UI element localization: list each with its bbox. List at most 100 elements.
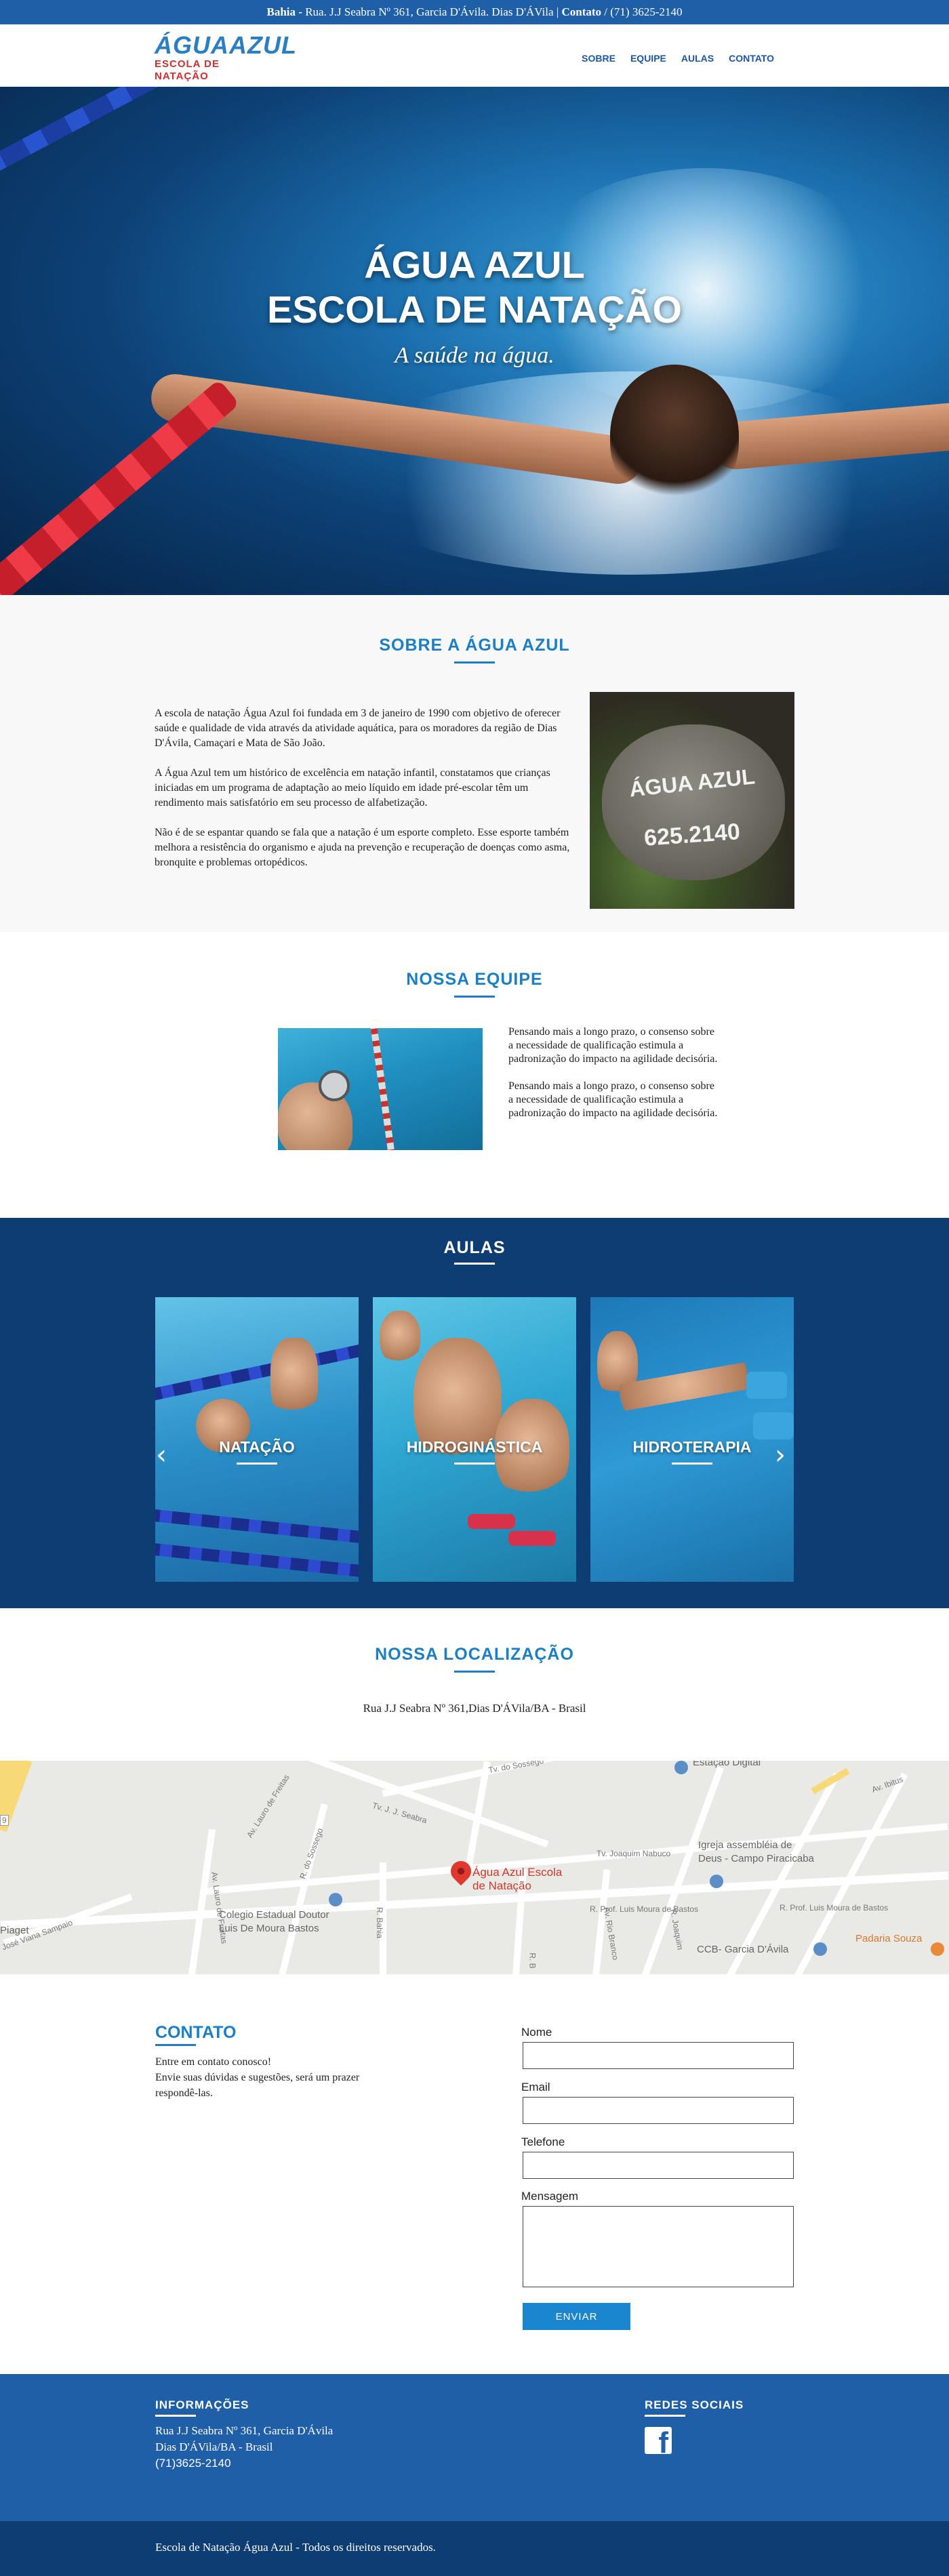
- message-label: Mensagem: [521, 2190, 579, 2203]
- class-card-hidroginastica[interactable]: HIDROGINÁSTICA: [373, 1297, 576, 1582]
- class-card-underline: [672, 1463, 712, 1465]
- map-street-label: R. Bahia: [375, 1906, 385, 1939]
- map-road: [291, 1761, 549, 1848]
- lane-rope-image: [155, 1542, 359, 1580]
- class-card-hidroterapia[interactable]: HIDROTERAPIA: [590, 1297, 794, 1582]
- woman-image: [380, 1311, 420, 1365]
- site-footer: INFORMAÇÕES Rua J.J Seabra Nº 361, Garci…: [0, 2374, 949, 2521]
- email-label: Email: [521, 2081, 550, 2093]
- carousel-prev-arrow-icon[interactable]: ‹: [156, 1442, 167, 1469]
- team-paragraph: Pensando mais a longo prazo, o consenso …: [508, 1080, 718, 1119]
- map-bakery-poi-icon: [931, 1942, 944, 1956]
- about-section: SOBRE A ÁGUA AZUL A escola de natação Ág…: [0, 595, 949, 932]
- team-paragraph: Pensando mais a longo prazo, o consenso …: [508, 1026, 718, 1065]
- map-street-label: R. Joaquim: [668, 1908, 685, 1951]
- logo-tagline: ESCOLA DE NATAÇÃO: [155, 58, 220, 82]
- nav-link-contato[interactable]: CONTATO: [729, 53, 774, 64]
- classes-title: AULAS: [443, 1238, 506, 1257]
- site-header: ÁGUAAZUL ESCOLA DE NATAÇÃO SOBRE EQUIPE …: [0, 24, 949, 87]
- contact-intro: Entre em contato conosco!: [155, 2056, 272, 2068]
- map-street-label: R. do Sossego: [298, 1826, 325, 1881]
- phone-field[interactable]: [523, 2152, 794, 2179]
- map-label-colegio: Colegio Estadual Doutor Luis De Moura Ba…: [219, 1909, 329, 1934]
- team-section: NOSSA EQUIPE Pensando mais a longo prazo…: [0, 932, 949, 1218]
- hero-subtitle: A saúde na água.: [395, 343, 554, 368]
- topbar-phone: / (71) 3625-2140: [601, 5, 683, 18]
- nav-link-sobre[interactable]: SOBRE: [582, 53, 615, 64]
- map-street-label: R. Prof. Luis Moura de Bastos: [780, 1903, 889, 1913]
- submit-button[interactable]: ENVIAR: [523, 2303, 630, 2330]
- lane-rope-image: [0, 87, 462, 212]
- about-text: A escola de natação Água Azul foi fundad…: [155, 706, 575, 885]
- classes-title-underline: [454, 1263, 495, 1265]
- map-route-sign: 9: [0, 1815, 9, 1826]
- top-info-bar: Bahia - Rua. J.J Seabra Nº 361, Garcia D…: [0, 0, 949, 24]
- map-street-label: Av. Rio Branco: [601, 1906, 621, 1961]
- location-title-underline: [454, 1671, 495, 1673]
- swimmer-image: [610, 365, 739, 507]
- phone-label: Telefone: [521, 2135, 565, 2148]
- topbar-contact-label: Contato: [561, 5, 602, 18]
- class-card-natacao[interactable]: NATAÇÃO: [155, 1297, 359, 1582]
- topbar-state: Bahia: [266, 5, 296, 18]
- class-card-label: NATAÇÃO: [219, 1438, 295, 1456]
- lane-rope-image: [0, 379, 240, 595]
- hero-banner: ÁGUA AZUL ESCOLA DE NATAÇÃO A saúde na á…: [0, 87, 949, 595]
- contact-title-underline: [155, 2044, 196, 2046]
- team-title-underline: [454, 996, 495, 998]
- dumbbell-icon: [508, 1531, 556, 1546]
- class-card-label: HIDROTERAPIA: [632, 1438, 752, 1456]
- message-field[interactable]: [523, 2206, 794, 2287]
- facebook-glyph: f: [658, 2427, 668, 2455]
- class-card-label: HIDROGINÁSTICA: [406, 1438, 543, 1456]
- nav-link-equipe[interactable]: EQUIPE: [630, 53, 666, 64]
- hero-title: ÁGUA AZUL ESCOLA DE NATAÇÃO: [0, 243, 949, 332]
- stopwatch-icon: [319, 1070, 350, 1101]
- classes-section: AULAS NATAÇÃO HIDROGINÁSTICA HIDROTERAPI…: [0, 1218, 949, 1608]
- class-card-underline: [237, 1463, 277, 1465]
- about-paragraph: Não é de se espantar quando se fala que …: [155, 827, 570, 868]
- map-church-poi-icon: [710, 1875, 723, 1888]
- contact-title: CONTATO: [155, 2023, 237, 2042]
- team-text: Pensando mais a longo prazo, o consenso …: [508, 1025, 719, 1134]
- about-paragraph: A Água Azul tem um histórico de excelênc…: [155, 767, 550, 809]
- team-title: NOSSA EQUIPE: [406, 970, 543, 989]
- carousel-next-arrow-icon[interactable]: ›: [775, 1442, 786, 1469]
- map-street-label: Tv. do Sossego: [487, 1761, 545, 1776]
- float-icon: [753, 1412, 794, 1439]
- logo-wordmark: ÁGUAAZUL: [155, 31, 297, 59]
- footer-phone: (71)3625-2140: [155, 2457, 231, 2470]
- nav-link-aulas[interactable]: AULAS: [681, 53, 714, 64]
- class-card-underline: [454, 1463, 495, 1465]
- map-street-label: Tv. Joaquim Nabuco: [597, 1849, 671, 1858]
- main-nav: SOBRE EQUIPE AULAS CONTATO: [582, 53, 774, 64]
- facebook-icon[interactable]: f: [645, 2427, 672, 2454]
- location-address: Rua J.J Seabra Nº 361,Dias D'ÁVila/BA - …: [363, 1702, 586, 1715]
- name-field[interactable]: [523, 2042, 794, 2069]
- site-logo[interactable]: ÁGUAAZUL ESCOLA DE NATAÇÃO: [155, 31, 297, 83]
- footer-address-line2: Dias D'ÁVila/BA - Brasil: [155, 2440, 273, 2453]
- email-field[interactable]: [523, 2097, 794, 2124]
- topbar-dash: -: [296, 5, 306, 18]
- lane-rope-image: [155, 1508, 359, 1546]
- hero-title-line2: ESCOLA DE NATAÇÃO: [267, 288, 682, 331]
- lane-rope-image: [155, 1339, 359, 1403]
- map-place-name: Água Azul Escola de Natação: [472, 1866, 563, 1892]
- map-street-label: Av. Lauro de Freitas: [245, 1772, 291, 1840]
- topbar-separator: |: [553, 5, 562, 18]
- map-street-label: Av. Lauro de Freitas: [209, 1871, 229, 1944]
- lane-rope-image: [369, 1028, 397, 1150]
- contact-instructions: Envie suas dúvidas e sugestões, será um …: [155, 2072, 360, 2099]
- location-section: NOSSA LOCALIZAÇÃO Rua J.J Seabra Nº 361,…: [0, 1608, 949, 1761]
- about-title: SOBRE A ÁGUA AZUL: [379, 636, 570, 655]
- topbar-address: Rua. J.J Seabra Nº 361, Garcia D'Ávila. …: [305, 5, 554, 18]
- stone-sign-image: ÁGUA AZUL 625.2140: [590, 692, 794, 909]
- footer-info-underline: [155, 2415, 196, 2417]
- stopwatch-pool-image: [278, 1028, 483, 1150]
- footer-social-title: REDES SOCIAIS: [645, 2398, 744, 2411]
- map-label-ccb: CCB- Garcia D'Ávila: [697, 1944, 789, 1955]
- footer-info: Rua J.J Seabra Nº 361, Garcia D'Ávila Di…: [155, 2423, 333, 2472]
- map-label-estacao: Estação Digital: [693, 1761, 761, 1768]
- location-map[interactable]: Colegio Estadual Doutor Luis De Moura Ba…: [0, 1761, 949, 1974]
- map-road: [184, 1828, 216, 1974]
